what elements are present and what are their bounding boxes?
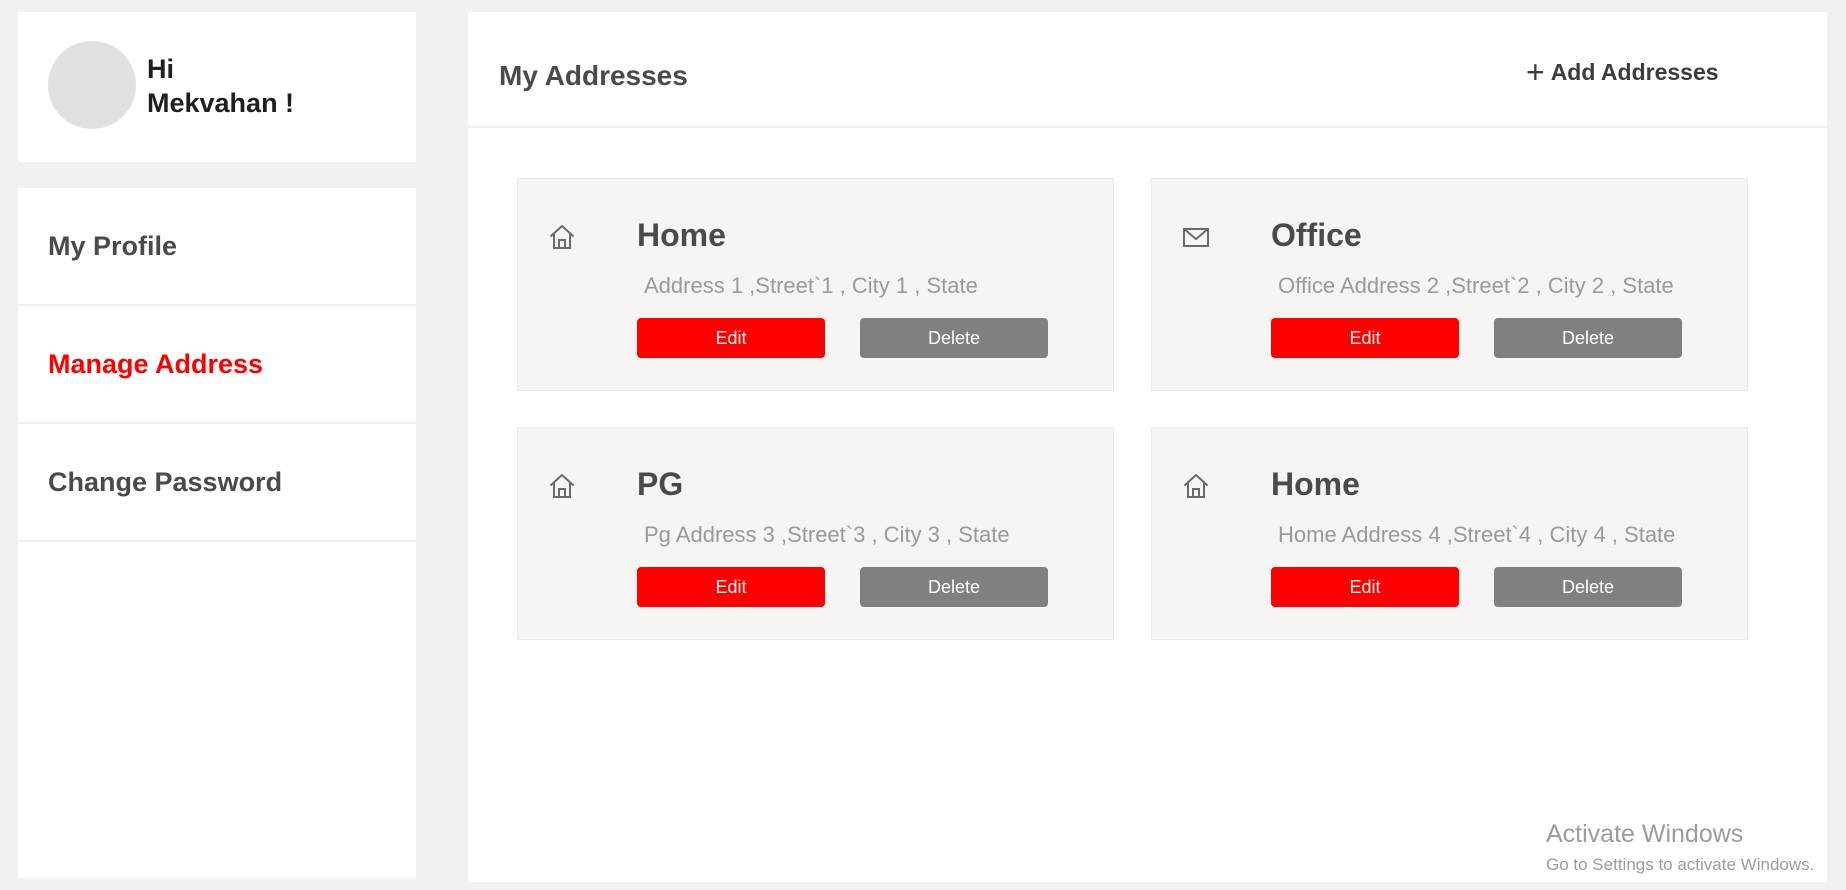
address-title: Office [1271, 217, 1362, 253]
address-card: PG Pg Address 3 ,Street`3 , City 3 , Sta… [517, 427, 1114, 640]
address-card: Office Office Address 2 ,Street`2 , City… [1151, 178, 1748, 391]
activate-windows-watermark: Activate Windows Go to Settings to activ… [1546, 820, 1814, 875]
delete-button[interactable]: Delete [1494, 318, 1682, 358]
address-line: Office Address 2 ,Street`2 , City 2 , St… [1278, 273, 1674, 298]
plus-icon: + [1526, 54, 1545, 90]
edit-button[interactable]: Edit [1271, 318, 1459, 358]
mail-icon [1183, 228, 1209, 247]
address-title: PG [637, 466, 684, 502]
address-line: Home Address 4 ,Street`4 , City 4 , Stat… [1278, 522, 1676, 547]
add-addresses-button[interactable]: + Add Addresses [1526, 54, 1719, 90]
home-icon [550, 474, 574, 498]
edit-button[interactable]: Edit [637, 567, 825, 607]
delete-button[interactable]: Delete [860, 318, 1048, 358]
greeting-card: Hi Mekvahan ! [18, 12, 416, 162]
sidebar-nav: My Profile Manage Address Change Passwor… [18, 188, 416, 878]
avatar[interactable] [48, 41, 136, 129]
address-title: Home [1271, 466, 1360, 502]
watermark-subtitle: Go to Settings to activate Windows. [1546, 855, 1815, 874]
sidebar-item-manage-address[interactable]: Manage Address [18, 306, 416, 424]
address-card: Home Address 1 ,Street`1 , City 1 , Stat… [517, 178, 1114, 391]
delete-button[interactable]: Delete [1494, 567, 1682, 607]
home-icon [550, 225, 574, 249]
delete-button[interactable]: Delete [860, 567, 1048, 607]
edit-button[interactable]: Edit [1271, 567, 1459, 607]
page-title: My Addresses [499, 60, 688, 91]
address-line: Pg Address 3 ,Street`3 , City 3 , State [644, 522, 1010, 547]
address-line: Address 1 ,Street`1 , City 1 , State [644, 273, 978, 298]
main-header: My Addresses + Add Addresses [468, 12, 1827, 128]
greeting-text: Hi Mekvahan ! [147, 52, 294, 120]
main-panel: My Addresses + Add Addresses Home Addres… [468, 12, 1827, 882]
home-icon [1184, 474, 1208, 498]
edit-button[interactable]: Edit [637, 318, 825, 358]
sidebar-item-change-password[interactable]: Change Password [18, 424, 416, 542]
sidebar-item-my-profile[interactable]: My Profile [18, 188, 416, 306]
address-card: Home Home Address 4 ,Street`4 , City 4 ,… [1151, 427, 1748, 640]
watermark-title: Activate Windows [1546, 820, 1744, 848]
address-title: Home [637, 217, 726, 253]
add-addresses-label: Add Addresses [1550, 58, 1719, 85]
greeting-hi: Hi [147, 54, 174, 84]
user-name: Mekvahan ! [147, 88, 295, 118]
